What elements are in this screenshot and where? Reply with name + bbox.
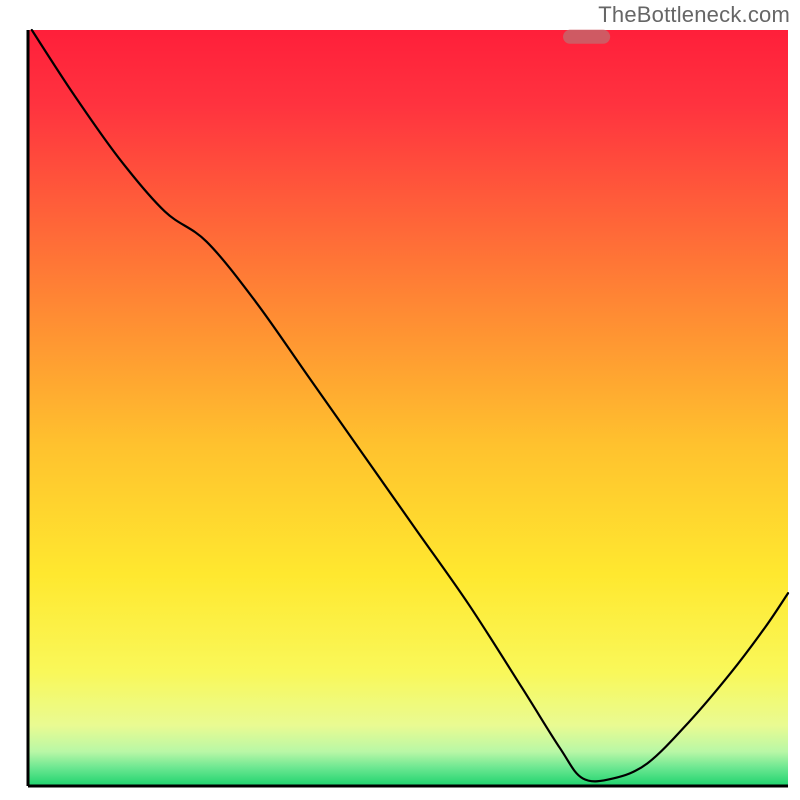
chart-container: TheBottleneck.com [0, 0, 800, 800]
bottleneck-chart [0, 0, 800, 800]
optimal-marker [563, 30, 610, 44]
watermark-text: TheBottleneck.com [598, 2, 790, 28]
plot-background [28, 30, 788, 786]
